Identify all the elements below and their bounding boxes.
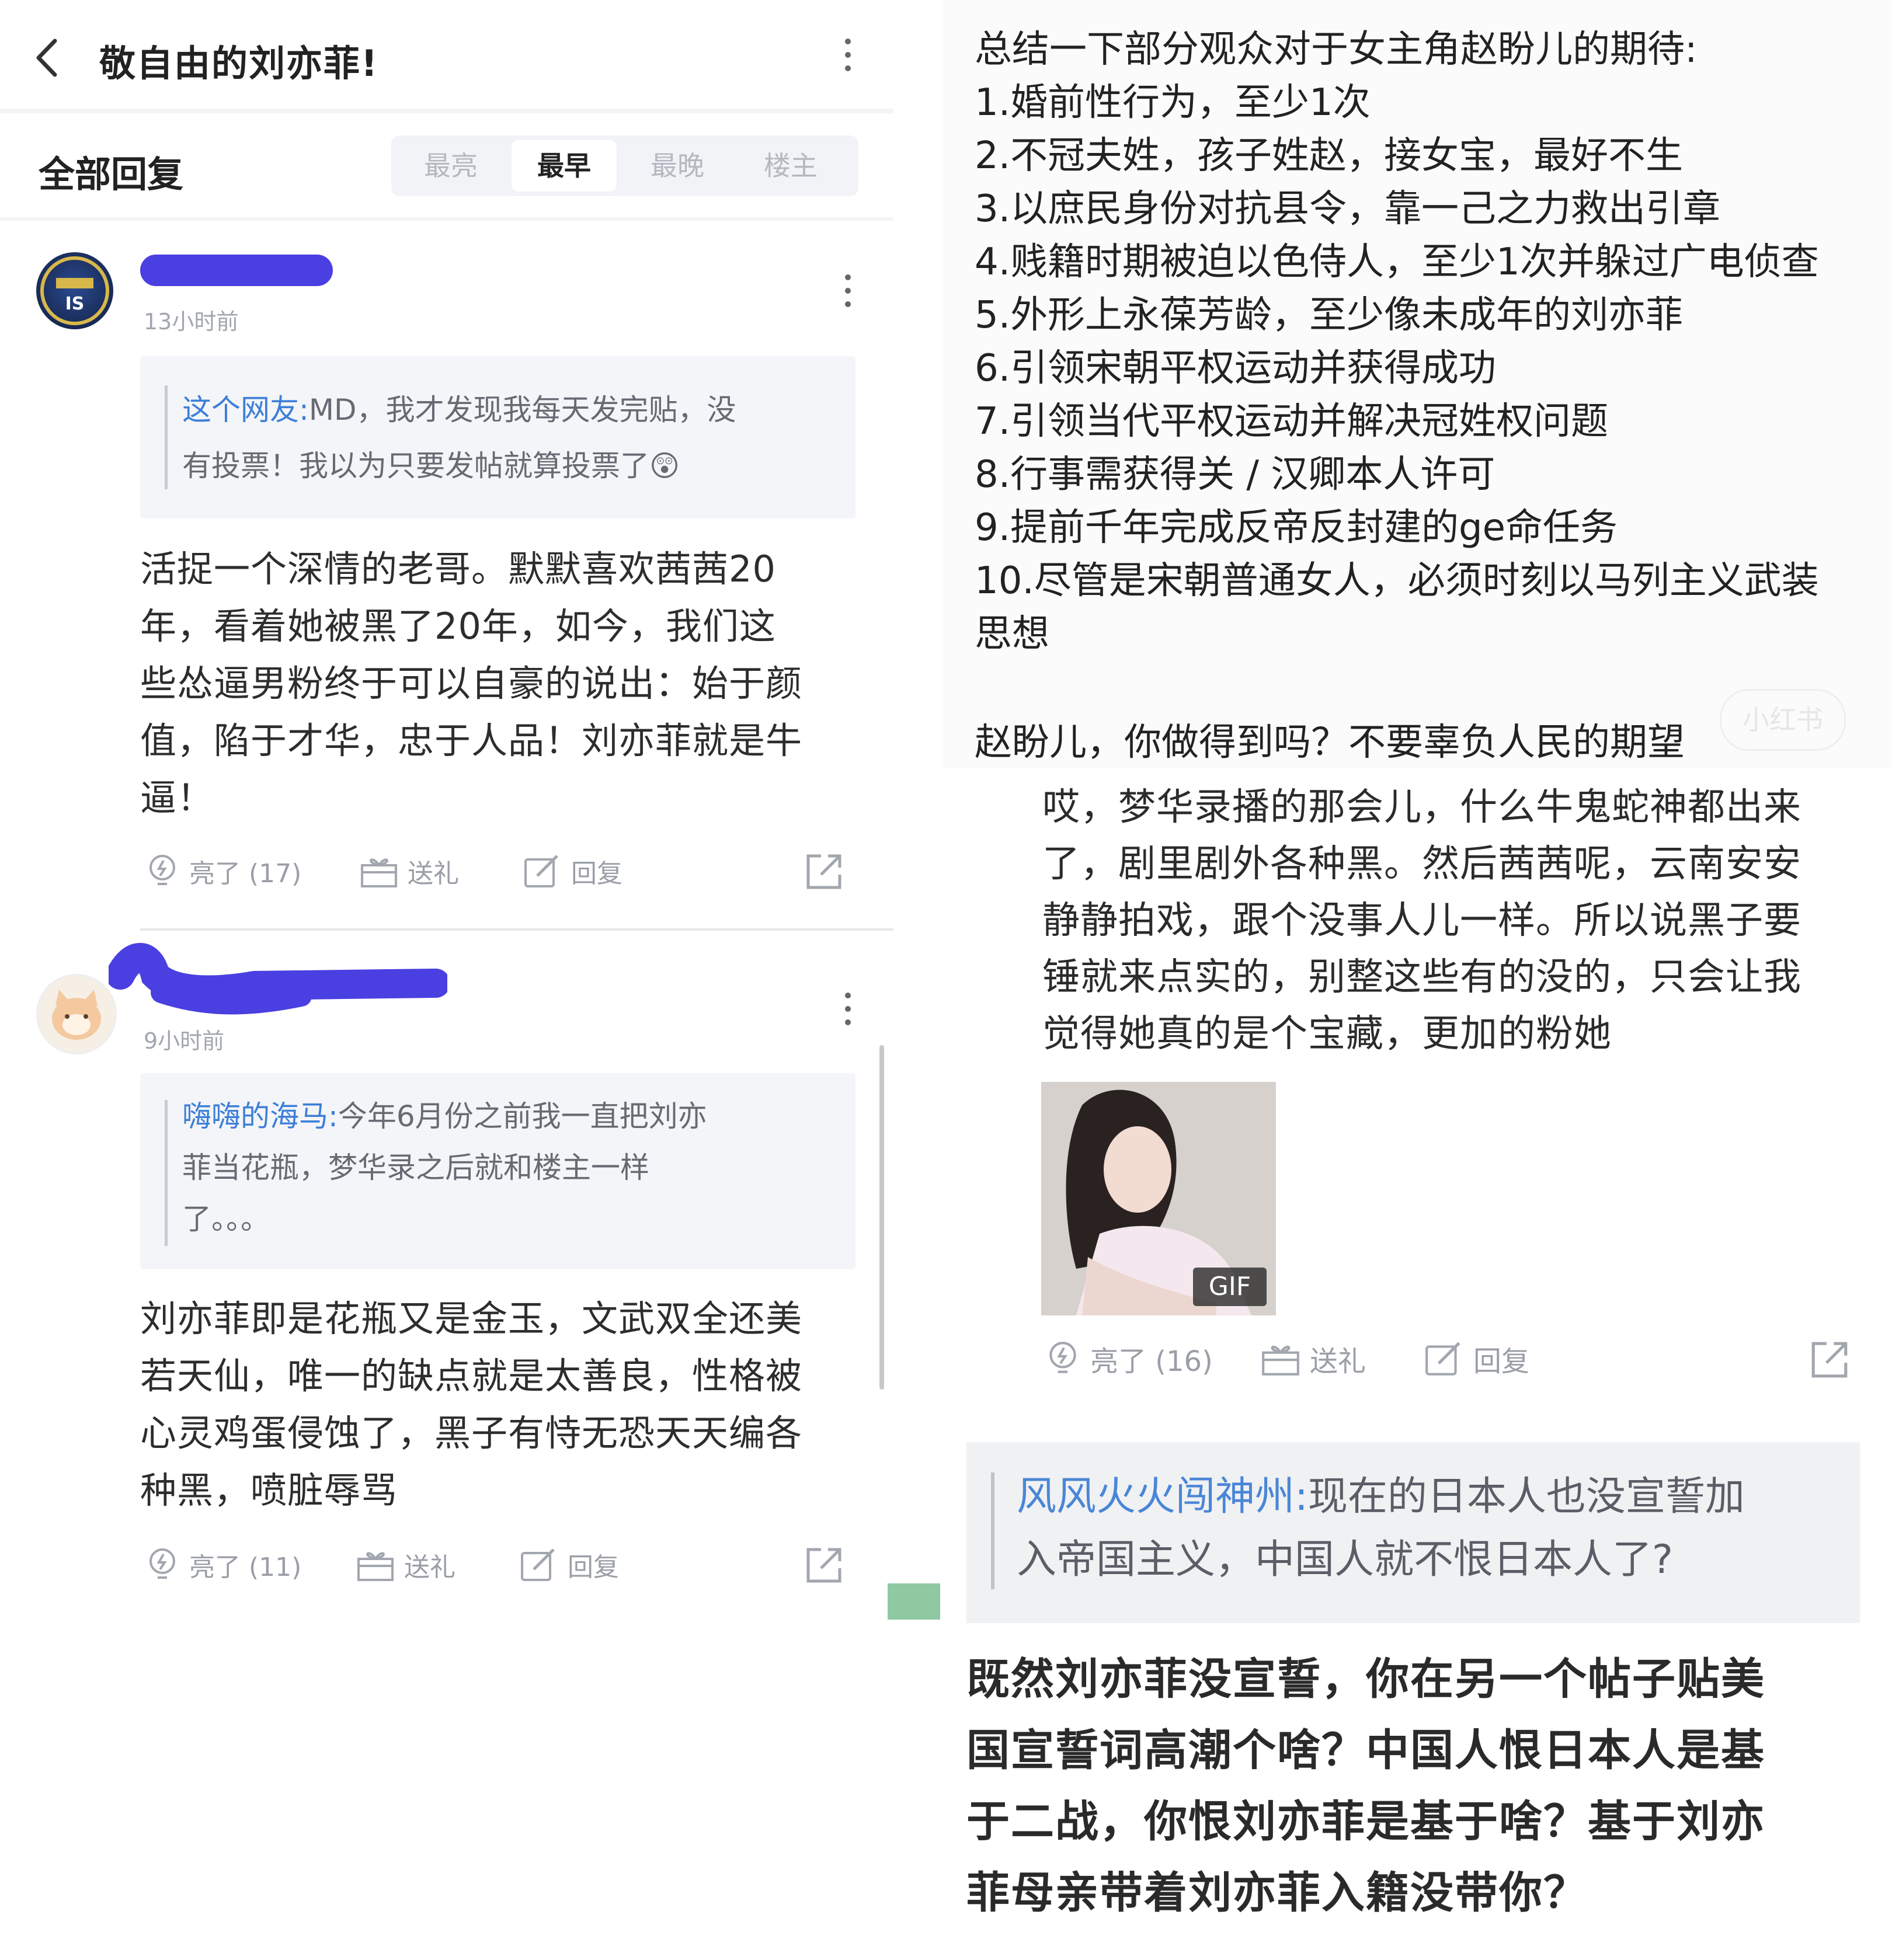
- share-icon[interactable]: [804, 1545, 844, 1586]
- top-bar: 敬自由的刘亦菲!: [0, 0, 893, 111]
- rebuttal-panel: 风风火火闯神州:现在的日本人也没宣誓加 入帝国主义，中国人就不恨日本人了? 既然…: [943, 1419, 1892, 1960]
- avatar-badge-icon: IS: [40, 256, 109, 325]
- reply-panel: 哎，梦华录播的那会儿，什么牛鬼蛇神都出来 了，剧里剧外各种黑。然后茜茜呢，云南安…: [943, 768, 1892, 1419]
- reply-button[interactable]: 回复: [519, 1541, 619, 1588]
- reply-button[interactable]: 回复: [1423, 1335, 1529, 1382]
- share-icon[interactable]: [804, 851, 844, 892]
- gif-image[interactable]: GIF: [1041, 1082, 1276, 1315]
- divider: [0, 109, 893, 113]
- divider: [140, 928, 893, 931]
- list-item: 7.引领当代平权运动并解决冠姓权问题: [975, 400, 1609, 443]
- edit-icon: [1425, 1342, 1460, 1376]
- quoted-reply[interactable]: 风风火火闯神州:现在的日本人也没宣誓加 入帝国主义，中国人就不恨日本人了?: [966, 1442, 1860, 1623]
- list-item: 4.贱籍时期被迫以色侍人，至少1次并躲过广电侦查: [975, 241, 1819, 284]
- closing-line: 赵盼儿，你做得到吗？不要辜负人民的期望: [975, 721, 1685, 764]
- reply-button[interactable]: 回复: [522, 848, 622, 894]
- list-item: 思想: [975, 612, 1049, 656]
- list-item: 9.提前千年完成反帝反封建的ge命任务: [975, 506, 1618, 549]
- post-time: 13小时前: [144, 309, 239, 335]
- quoted-reply[interactable]: 这个网友:MD，我才发现我每天发完贴，没 有投票！我以为只要发帖就算投票了😲: [140, 356, 855, 518]
- avatar[interactable]: [36, 974, 117, 1054]
- section-title: 全部回复: [39, 153, 184, 196]
- quote-text: 风风火火闯神州:现在的日本人也没宣誓加 入帝国主义，中国人就不恨日本人了?: [1017, 1474, 1745, 1583]
- expectations-list-panel: 总结一下部分观众对于女主角赵盼儿的期待: 1.婚前性行为，至少1次 2.不冠夫姓…: [943, 0, 1892, 768]
- post-body: 既然刘亦菲没宣誓，你在另一个帖子贴美 国宣誓词高潮个啥？中国人恨日本人是基 于二…: [966, 1654, 1765, 1918]
- svg-text:IS: IS: [65, 294, 85, 314]
- cat-avatar-icon: [52, 990, 101, 1040]
- post-more-icon[interactable]: [842, 274, 854, 315]
- gift-icon: [357, 1552, 394, 1581]
- lightbulb-icon: [149, 1548, 175, 1579]
- xiaohongshu-watermark: 小红书: [1720, 689, 1846, 751]
- like-button[interactable]: 亮了 (11): [144, 1541, 301, 1588]
- edit-icon: [524, 855, 558, 887]
- list-item: 5.外形上永葆芳龄，至少像未成年的刘亦菲: [975, 294, 1684, 337]
- avatar[interactable]: IS: [36, 252, 113, 329]
- green-fragment: [888, 1583, 940, 1620]
- list-item: 6.引领宋朝平权运动并获得成功: [975, 347, 1497, 390]
- post-body: 哎，梦华录播的那会儿，什么牛鬼蛇神都出来 了，剧里剧外各种黑。然后茜茜呢，云南安…: [1042, 786, 1801, 1056]
- post-body: 刘亦菲即是花瓶又是金玉，文武双全还美 若天仙，唯一的缺点就是太善良，性格被 心灵…: [140, 1297, 803, 1512]
- list-item: 8.行事需获得关 / 汉卿本人许可: [975, 453, 1495, 496]
- gif-badge: GIF: [1193, 1268, 1267, 1306]
- share-icon[interactable]: [1808, 1339, 1851, 1381]
- list-item: 1.婚前性行为，至少1次: [975, 81, 1371, 124]
- post-actions: 亮了 (16) 送礼 回复: [1044, 1335, 1873, 1382]
- sort-tab-latest[interactable]: 最晚: [625, 140, 730, 192]
- sort-tab-earliest[interactable]: 最早: [512, 140, 617, 192]
- post-body: 活捉一个深情的老哥。默默喜欢茜茜20 年，看着她被黑了20年，如今，我们这 些怂…: [140, 548, 803, 819]
- like-button[interactable]: 亮了 (16): [1044, 1335, 1213, 1382]
- list-item: 2.不冠夫姓，孩子姓赵，接女宝，最好不生: [975, 134, 1684, 177]
- gift-button[interactable]: 送礼: [355, 1541, 455, 1588]
- redacted-username-scribble: [109, 943, 447, 1015]
- gift-icon: [361, 858, 397, 887]
- sort-tab-op[interactable]: 楼主: [738, 140, 843, 192]
- lightbulb-icon: [1049, 1342, 1076, 1373]
- page-title: 敬自由的刘亦菲!: [99, 42, 379, 85]
- more-options-icon[interactable]: [842, 39, 854, 79]
- list-heading: 总结一下部分观众对于女主角赵盼儿的期待:: [975, 28, 1698, 71]
- post-actions: 亮了 (17) 送礼 回复: [144, 848, 862, 894]
- like-button[interactable]: 亮了 (17): [144, 848, 301, 894]
- quote-author[interactable]: 这个网友:: [182, 393, 309, 427]
- post-actions: 亮了 (11) 送礼 回复: [144, 1541, 862, 1588]
- quoted-reply[interactable]: 嗨嗨的海马:今年6月份之前我一直把刘亦 菲当花瓶，梦华录之后就和楼主一样 了。。…: [140, 1073, 855, 1269]
- gift-button[interactable]: 送礼: [1260, 1335, 1366, 1382]
- sort-tabs: 最亮 最早 最晚 楼主: [391, 135, 858, 196]
- quote-text: 嗨嗨的海马:今年6月份之前我一直把刘亦 菲当花瓶，梦华录之后就和楼主一样 了。。…: [182, 1099, 707, 1236]
- back-arrow-icon[interactable]: [34, 37, 60, 78]
- divider: [0, 217, 893, 221]
- surprised-emoji-icon: 😲: [649, 449, 680, 483]
- gift-button[interactable]: 送礼: [359, 848, 459, 894]
- quote-text: 这个网友:MD，我才发现我每天发完贴，没 有投票！我以为只要发帖就算投票了😲: [182, 393, 736, 483]
- list-item: 10.尽管是宋朝普通女人，必须时刻以马列主义武装: [975, 559, 1819, 603]
- left-screenshot-panel: 敬自由的刘亦菲! 全部回复 最亮 最早 最晚 楼主 IS 13小时前 这个网友:…: [0, 0, 893, 1960]
- lightbulb-icon: [149, 855, 175, 885]
- redacted-username: [140, 255, 333, 286]
- post-time: 9小时前: [144, 1028, 225, 1054]
- quote-author[interactable]: 风风火火闯神州:: [1017, 1474, 1308, 1520]
- scrollbar[interactable]: [879, 1045, 884, 1390]
- edit-icon: [521, 1548, 555, 1581]
- gift-icon: [1262, 1346, 1299, 1376]
- expectations-list: 总结一下部分观众对于女主角赵盼儿的期待: 1.婚前性行为，至少1次 2.不冠夫姓…: [975, 23, 1886, 661]
- post-more-icon[interactable]: [842, 993, 854, 1033]
- list-item: 3.以庶民身份对抗县令，靠一己之力救出引章: [975, 187, 1721, 231]
- quote-author[interactable]: 嗨嗨的海马:: [182, 1099, 338, 1133]
- sort-tab-brightest[interactable]: 最亮: [398, 140, 503, 192]
